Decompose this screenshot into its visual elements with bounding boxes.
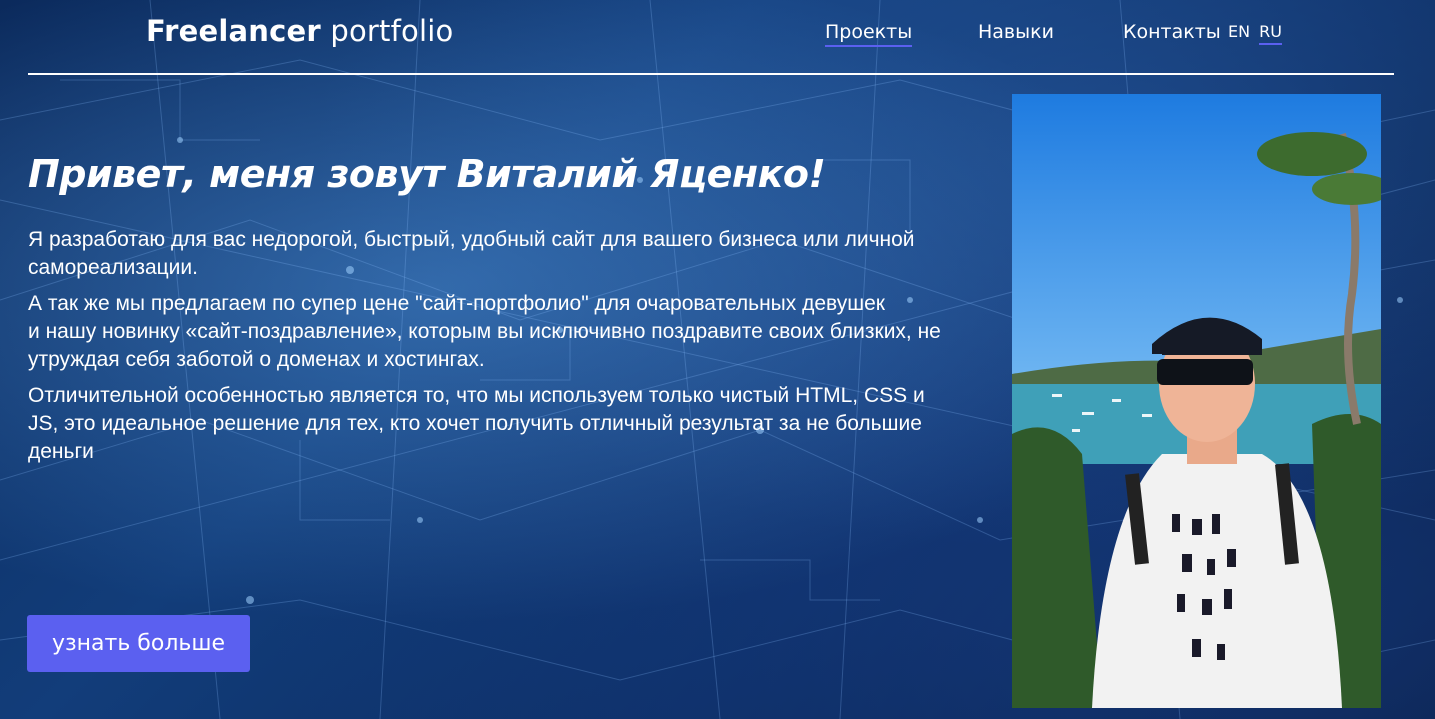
site-logo[interactable]: Freelancer portfolio: [146, 14, 453, 48]
lang-ru-button[interactable]: RU: [1259, 22, 1282, 45]
lang-en-button[interactable]: EN: [1228, 22, 1250, 41]
learn-more-button[interactable]: узнать больше: [27, 615, 250, 672]
logo-bold-text: Freelancer: [146, 14, 321, 48]
header-divider: [28, 73, 1394, 75]
hero-paragraph-1: Я разработаю для вас недорогой, быстрый,…: [28, 228, 915, 279]
hero-title: Привет, меня зовут Виталий Яценко!: [28, 152, 826, 196]
nav-contacts-link[interactable]: Контакты: [1123, 21, 1221, 43]
logo-light-text: portfolio: [330, 14, 454, 48]
nav-projects-link[interactable]: Проекты: [825, 21, 913, 47]
language-switcher: EN RU: [1228, 22, 1286, 45]
nav-skills-link[interactable]: Навыки: [978, 21, 1054, 43]
hero-paragraph-2: А так же мы предлагаем по супер цене "са…: [28, 292, 885, 315]
profile-photo-illustration: [1012, 94, 1381, 708]
hero-paragraph-3: и нашу новинку «сайт-поздравление», кото…: [28, 320, 941, 371]
hero-paragraph-4: Отличительной особенностью является то, …: [28, 384, 925, 463]
hero-description: Я разработаю для вас недорогой, быстрый,…: [28, 226, 948, 474]
profile-photo: [1012, 94, 1381, 708]
